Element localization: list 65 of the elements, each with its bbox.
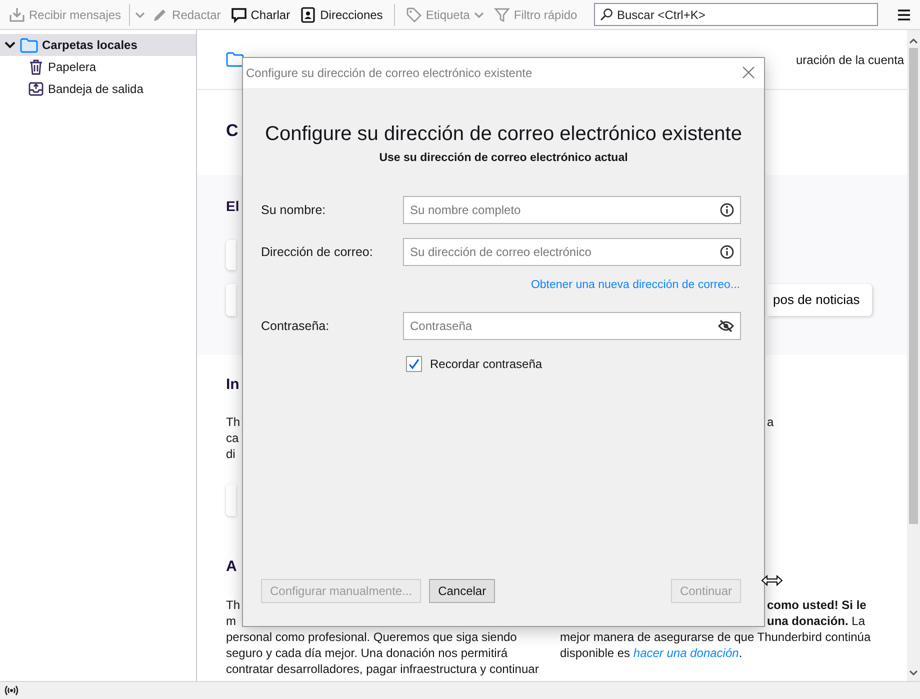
address-book-icon — [300, 6, 316, 22]
paragraph-line: disponible es hacer una donación. — [560, 645, 742, 661]
page-title: C — [226, 120, 238, 142]
eye-slash-icon[interactable] — [718, 319, 734, 334]
folder-item[interactable]: Carpetas locales — [0, 34, 196, 56]
field-label: Su nombre: — [261, 202, 326, 217]
toolbar-button[interactable]: Direcciones — [295, 2, 388, 26]
toolbar-button[interactable]: Charlar — [226, 2, 296, 26]
filter-icon — [494, 6, 510, 22]
paragraph-line: una donación. La — [767, 613, 866, 629]
dialog-subtitle: Use su dirección de correo electrónico actual — [379, 152, 628, 164]
search-field[interactable]: Buscar <Ctrl+K> — [594, 3, 878, 26]
close-button[interactable] — [742, 66, 756, 80]
scrollbar-thumb[interactable] — [909, 48, 918, 524]
dialog-heading: Configure su dirección de correo electrónico existente — [265, 123, 742, 145]
paragraph-line: contratar desarrolladores, pagar infraestructura y continuar — [226, 662, 539, 676]
field-label: Contraseña: — [261, 318, 330, 333]
menu-icon — [897, 8, 911, 20]
checkbox[interactable] — [406, 356, 422, 372]
dialog-button[interactable]: Cancelar — [429, 579, 496, 603]
newsgroups-button[interactable]: pos de noticias — [767, 284, 872, 316]
info-icon[interactable] — [720, 245, 734, 260]
card-background — [226, 284, 236, 316]
paragraph-line: mejor manera de asegurarse de que Thunderbird continúa — [560, 629, 871, 645]
chevron-down-icon[interactable] — [4, 39, 16, 51]
paragraph-line: personal como profesional. Queremos que siga siendo — [226, 630, 517, 644]
donate-link[interactable]: hacer una donación — [633, 646, 739, 660]
download-icon — [9, 6, 25, 22]
paragraph-line: a — [767, 414, 774, 430]
activity-icon[interactable] — [4, 685, 19, 696]
section-heading: El — [226, 197, 240, 216]
trash-icon — [28, 59, 44, 75]
card-background — [226, 484, 236, 516]
paragraph-line: como usted! Si le — [767, 597, 866, 613]
section-heading: In — [226, 375, 240, 395]
paragraph-line: seguro y cada día mejor. Una donación nos permitirá — [226, 646, 508, 660]
outbox-icon — [28, 81, 44, 97]
dialog-title: Configure su dirección de correo electrónico existente — [246, 65, 532, 82]
search-icon — [600, 8, 613, 21]
scrollbar[interactable] — [907, 30, 920, 681]
tag-icon — [406, 6, 422, 22]
folder-icon — [20, 38, 38, 52]
paragraph-line: Th — [226, 415, 240, 429]
paragraph-line: ca — [226, 431, 239, 445]
check-icon — [408, 358, 420, 370]
password-field[interactable]: Contraseña — [403, 312, 741, 340]
pencil-icon — [152, 6, 168, 22]
paragraph-line: m — [226, 614, 236, 628]
scroll-down-icon[interactable] — [909, 670, 918, 676]
scroll-up-icon[interactable] — [909, 38, 918, 44]
folder-item[interactable]: Papelera — [0, 56, 196, 78]
section-heading: A — [226, 557, 237, 577]
folder-item[interactable]: Bandeja de salida — [0, 78, 196, 100]
card-background — [226, 240, 236, 270]
field-label: Dirección de correo: — [261, 244, 373, 259]
resize-cursor-icon — [761, 575, 783, 586]
input-field[interactable]: Su nombre completo — [403, 196, 741, 224]
info-icon[interactable] — [720, 203, 734, 218]
checkbox-label[interactable]: Recordar contraseña — [430, 355, 542, 374]
settings-link[interactable]: uración de la cuenta — [796, 50, 904, 68]
chat-icon — [230, 6, 247, 22]
paragraph-line: Th — [226, 598, 240, 612]
input-field[interactable]: Su dirección de correo electrónico — [403, 238, 741, 266]
close-icon — [742, 66, 755, 79]
paragraph-line: di — [226, 447, 236, 461]
